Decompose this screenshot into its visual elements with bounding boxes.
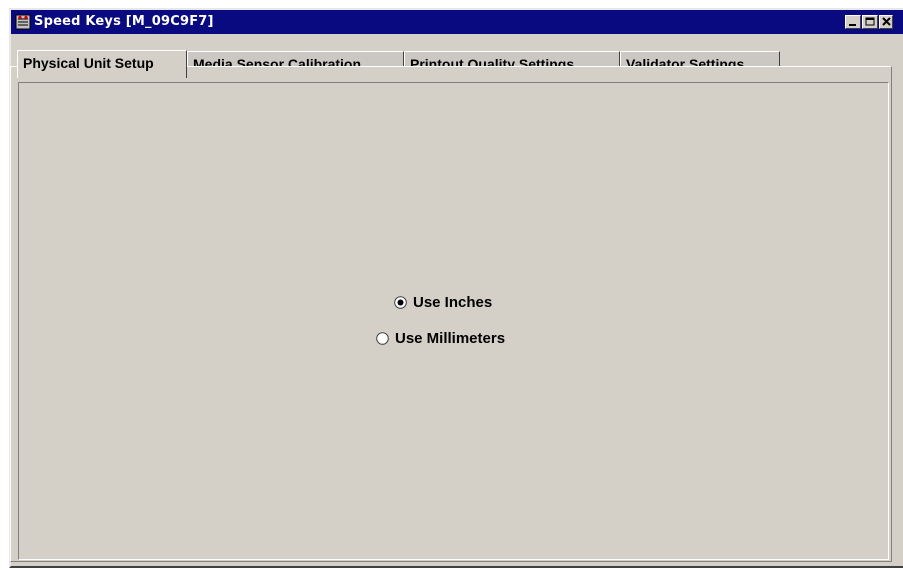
- title-bar[interactable]: Speed Keys [M_09C9F7]: [11, 10, 903, 34]
- close-icon: [882, 17, 891, 26]
- use-millimeters-radio[interactable]: Use Millimeters: [376, 330, 505, 347]
- use-inches-label: Use Inches: [413, 294, 493, 311]
- radio-selected-icon: [394, 296, 407, 309]
- window-title: Speed Keys [M_09C9F7]: [34, 14, 214, 29]
- use-inches-radio[interactable]: Use Inches: [394, 294, 492, 311]
- use-millimeters-label: Use Millimeters: [395, 330, 506, 347]
- minimize-button[interactable]: [845, 15, 861, 29]
- tab-label: Physical Unit Setup: [23, 55, 154, 71]
- close-button[interactable]: [879, 15, 893, 29]
- maximize-button[interactable]: [862, 15, 878, 29]
- minimize-icon: [849, 24, 856, 26]
- radio-unselected-icon: [376, 332, 389, 345]
- maximize-icon: [865, 17, 875, 26]
- units-panel: [18, 82, 889, 560]
- app-logo-icon: [15, 14, 31, 30]
- tab-physical-unit-setup[interactable]: Physical Unit Setup: [17, 50, 187, 78]
